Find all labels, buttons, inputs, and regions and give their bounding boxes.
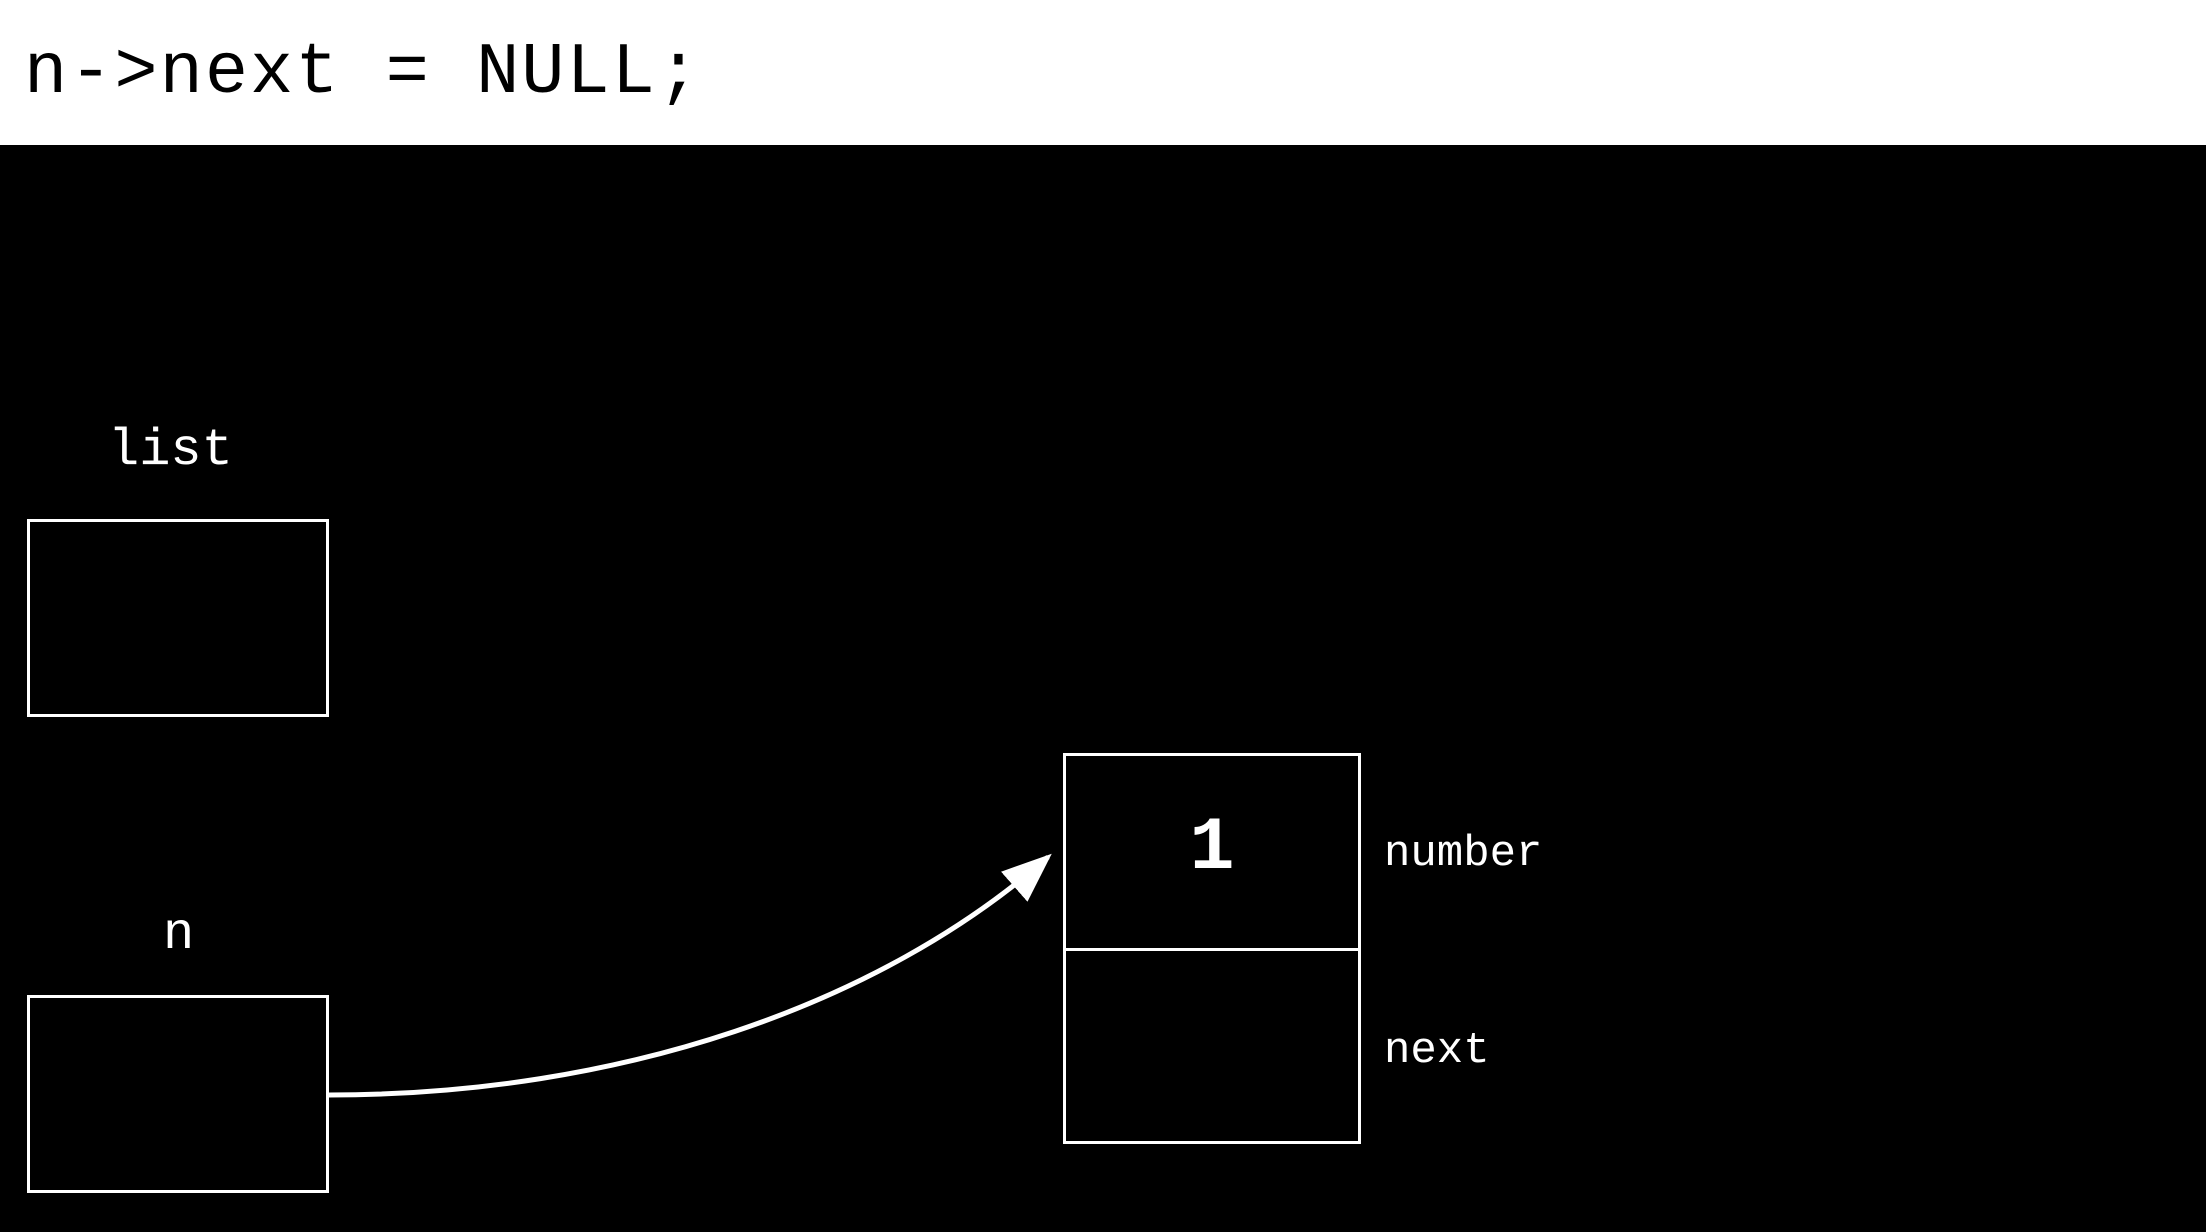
linked-list-node: 1 <box>1063 753 1361 1144</box>
node-divider <box>1066 948 1358 951</box>
linked-list-diagram: list n 1 number next <box>0 145 2206 1232</box>
node-number-field-label: number <box>1384 829 1542 879</box>
node-next-field-label: next <box>1384 1026 1490 1076</box>
n-variable-label: n <box>163 905 194 964</box>
node-number-value: 1 <box>1066 806 1358 891</box>
n-variable-box <box>27 995 329 1193</box>
code-statement: n->next = NULL; <box>0 0 2206 145</box>
list-variable-label: list <box>108 421 233 480</box>
list-variable-box <box>27 519 329 717</box>
